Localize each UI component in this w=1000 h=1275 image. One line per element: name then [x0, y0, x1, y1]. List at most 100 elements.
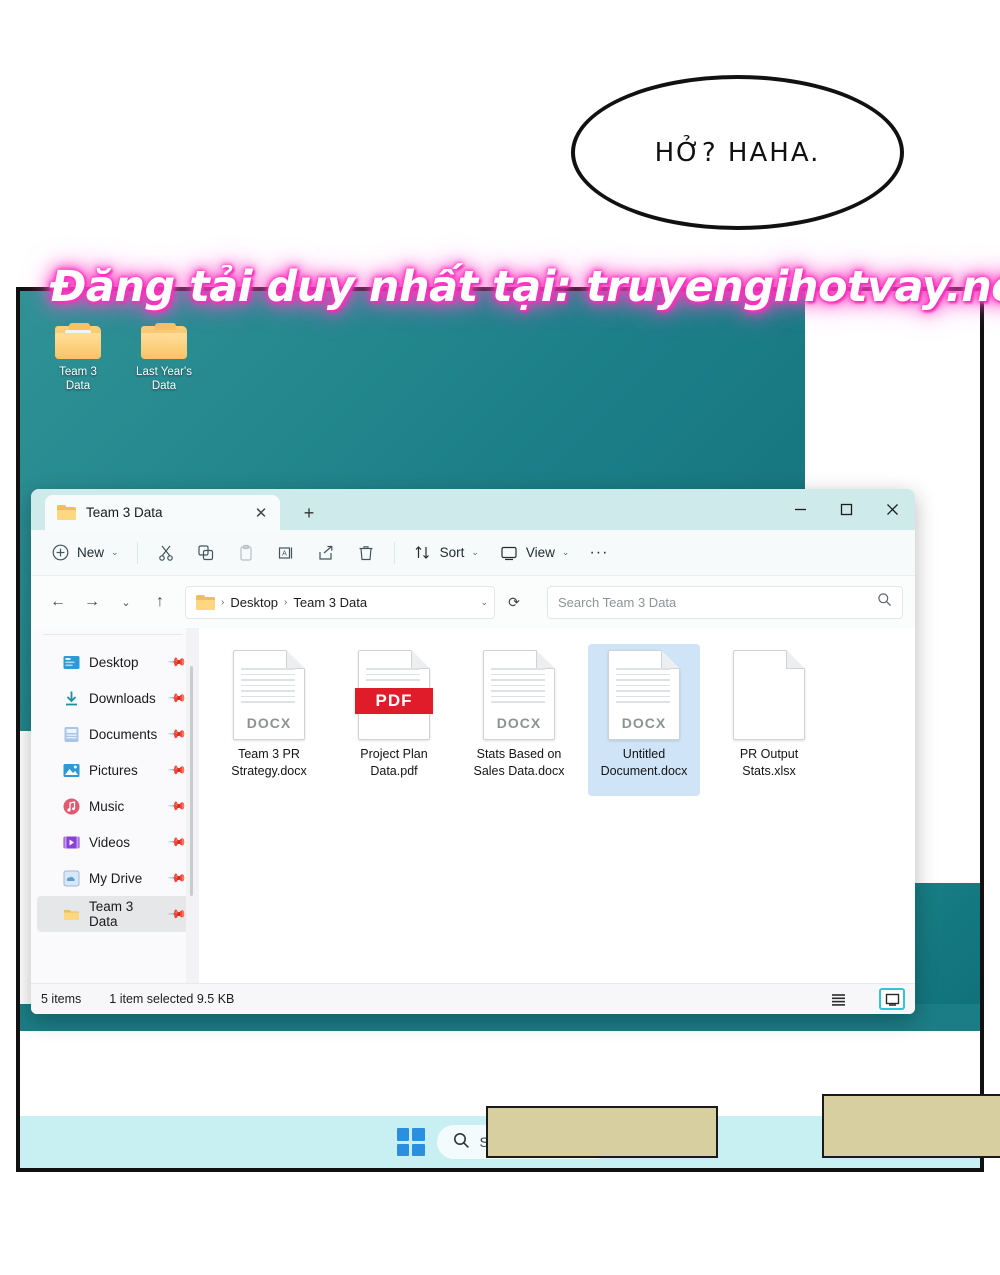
- new-button-label: New: [77, 545, 105, 560]
- paste-button[interactable]: [227, 537, 265, 569]
- pin-icon[interactable]: 📌: [167, 904, 187, 924]
- sidebar-item-team-3-data[interactable]: Team 3 Data 📌: [37, 896, 193, 932]
- search-box[interactable]: [547, 585, 903, 619]
- explorer-toolbar: New ⌄ A Sort ⌄ View ⌄ ···: [31, 530, 915, 576]
- breadcrumb-separator: ›: [221, 596, 225, 608]
- copy-button[interactable]: [187, 537, 225, 569]
- refresh-button[interactable]: ⟳: [499, 587, 529, 617]
- forward-button[interactable]: →: [77, 587, 107, 617]
- sidebar-item-label: Team 3 Data: [89, 899, 134, 929]
- pin-icon[interactable]: 📌: [167, 796, 187, 816]
- desktop-icon-last-years-data[interactable]: Last Year's Data: [126, 323, 202, 393]
- recent-locations-button[interactable]: ⌄: [111, 587, 141, 617]
- new-tab-button[interactable]: +: [296, 503, 322, 524]
- desktop-icon-team-3-data[interactable]: Team 3 Data: [40, 323, 116, 393]
- item-count-label: 5 items: [41, 992, 82, 1006]
- folder-icon: [63, 906, 80, 923]
- sidebar-scrollbar[interactable]: [190, 666, 193, 896]
- details-view-button[interactable]: [825, 988, 851, 1010]
- close-tab-icon[interactable]: ✕: [250, 504, 272, 522]
- cut-button[interactable]: [147, 537, 185, 569]
- sidebar-item-my-drive[interactable]: My Drive 📌: [37, 860, 193, 896]
- breadcrumb[interactable]: › Desktop › Team 3 Data ⌄: [185, 585, 495, 619]
- desktop-icon-label-line2: Data: [65, 380, 91, 392]
- file-name-line1: Stats Based on: [476, 747, 562, 761]
- close-window-icon[interactable]: [869, 489, 915, 530]
- speech-bubble: HỞ? HAHA.: [571, 75, 904, 230]
- sidebar-item-downloads[interactable]: Downloads 📌: [37, 680, 193, 716]
- file-item[interactable]: DOCX Stats Based on Sales Data.docx: [463, 644, 575, 796]
- search-icon: [877, 592, 892, 612]
- sidebar-item-documents[interactable]: Documents 📌: [37, 716, 193, 752]
- desktop-icon-label-line2: Data: [151, 380, 177, 392]
- file-explorer-window: Team 3 Data ✕ + New ⌄ A Sort ⌄ View ⌄ ··…: [31, 489, 915, 1014]
- explorer-body: Desktop 📌 Downloads 📌 Documents 📌 Pictur…: [31, 628, 915, 983]
- maximize-icon[interactable]: [823, 489, 869, 530]
- pin-icon[interactable]: 📌: [167, 688, 187, 708]
- file-item[interactable]: DOCX Team 3 PR Strategy.docx: [213, 644, 325, 796]
- sidebar-item-pictures[interactable]: Pictures 📌: [37, 752, 193, 788]
- file-item[interactable]: PR Output Stats.xlsx: [713, 644, 825, 796]
- speech-bubble-text: HỞ? HAHA.: [654, 137, 821, 168]
- pin-icon[interactable]: 📌: [167, 868, 187, 888]
- xlsx-file-icon: [733, 650, 805, 740]
- breadcrumb-item-team-3-data[interactable]: Team 3 Data: [293, 595, 367, 610]
- address-bar-row: ← → ⌄ ↑ › Desktop › Team 3 Data ⌄ ⟳: [31, 576, 915, 628]
- file-name-line1: Team 3 PR: [238, 747, 300, 761]
- sidebar-divider: [43, 634, 183, 635]
- more-options-button[interactable]: ···: [580, 538, 617, 568]
- pin-icon[interactable]: 📌: [167, 724, 187, 744]
- back-button[interactable]: ←: [43, 587, 73, 617]
- chevron-down-icon: ⌄: [561, 547, 570, 557]
- up-button[interactable]: ↑: [145, 587, 175, 617]
- sort-button[interactable]: Sort ⌄: [404, 537, 488, 569]
- desktop-icon-label-line1: Team 3: [59, 366, 97, 378]
- pin-icon[interactable]: 📌: [167, 760, 187, 780]
- view-icon: [499, 543, 519, 563]
- minimize-icon[interactable]: [777, 489, 823, 530]
- sidebar-item-desktop[interactable]: Desktop 📌: [37, 644, 193, 680]
- view-button[interactable]: View ⌄: [490, 537, 579, 569]
- monitor-screen: Team 3 Data Last Year's Data Team 3 Data…: [16, 287, 984, 1172]
- delete-button[interactable]: [347, 537, 385, 569]
- sidebar-item-label: Music: [89, 798, 125, 814]
- file-item-selected[interactable]: DOCX Untitled Document.docx: [588, 644, 700, 796]
- sidebar-item-music[interactable]: Music 📌: [37, 788, 193, 824]
- large-icons-view-button[interactable]: [879, 988, 905, 1010]
- selection-status-label: 1 item selected 9.5 KB: [109, 992, 235, 1006]
- rename-button[interactable]: A: [267, 537, 305, 569]
- copy-icon: [196, 543, 216, 563]
- music-icon: [63, 798, 80, 815]
- desk-paper-left: [486, 1106, 718, 1158]
- sidebar-item-label: Pictures: [89, 762, 138, 778]
- search-icon: [453, 1132, 470, 1152]
- explorer-tab[interactable]: Team 3 Data ✕: [45, 495, 280, 530]
- trash-icon: [356, 543, 376, 563]
- download-icon: [63, 690, 80, 707]
- file-item[interactable]: PDF Project Plan Data.pdf: [338, 644, 450, 796]
- file-list-pane[interactable]: DOCX Team 3 PR Strategy.docx PDF Project: [199, 628, 915, 983]
- share-button[interactable]: [307, 537, 345, 569]
- new-button[interactable]: New ⌄: [41, 537, 128, 569]
- view-label: View: [525, 545, 555, 560]
- file-name-line1: Untitled: [622, 747, 666, 761]
- toolbar-divider: [136, 541, 138, 564]
- chevron-down-icon[interactable]: ⌄: [480, 597, 488, 608]
- docx-file-icon: DOCX: [608, 650, 680, 740]
- navigation-pane: Desktop 📌 Downloads 📌 Documents 📌 Pictur…: [31, 628, 199, 983]
- sort-icon: [413, 543, 433, 563]
- drive-icon: [63, 870, 80, 887]
- sidebar-item-videos[interactable]: Videos 📌: [37, 824, 193, 860]
- breadcrumb-separator: ›: [284, 596, 288, 608]
- file-type-badge: PDF: [355, 688, 433, 714]
- pin-icon[interactable]: 📌: [167, 652, 187, 672]
- sidebar-item-label: My Drive: [89, 870, 143, 886]
- search-input[interactable]: [558, 594, 877, 610]
- sidebar-item-label: Downloads: [89, 690, 156, 706]
- chevron-down-icon: ⌄: [111, 547, 119, 557]
- start-button-icon[interactable]: [396, 1128, 425, 1156]
- file-name-line1: PR Output: [739, 747, 799, 761]
- sidebar-item-label: Documents: [89, 726, 158, 742]
- pin-icon[interactable]: 📌: [167, 832, 187, 852]
- breadcrumb-item-desktop[interactable]: Desktop: [230, 595, 278, 610]
